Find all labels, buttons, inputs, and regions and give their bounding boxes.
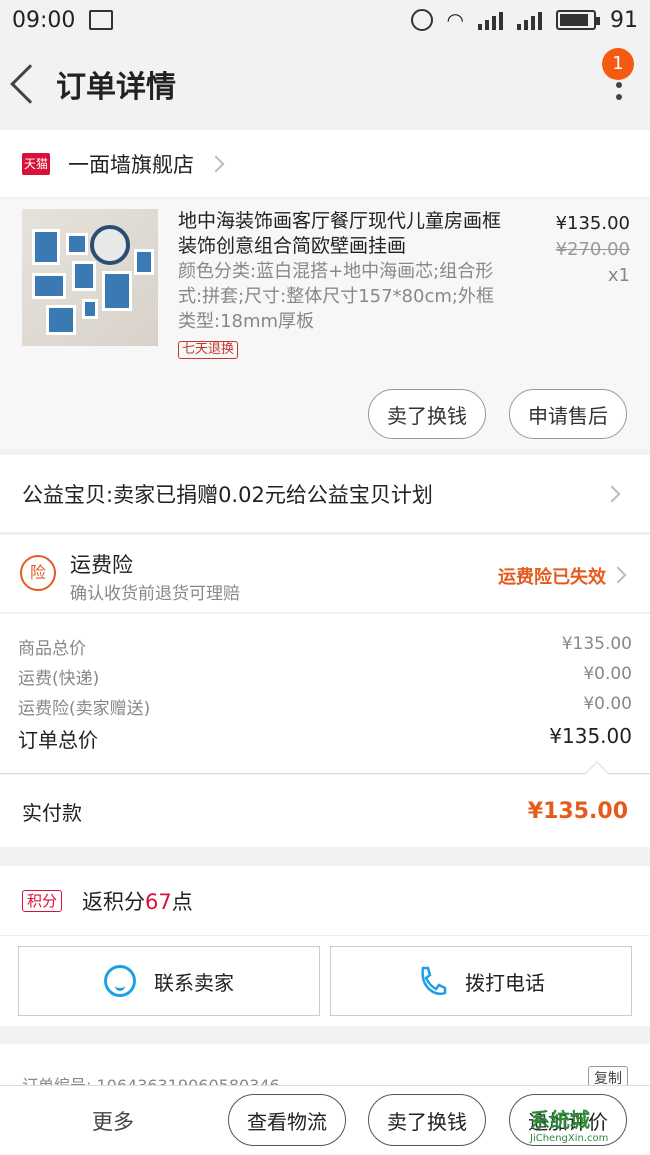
paid-label: 实付款 bbox=[22, 800, 82, 825]
watermark-url: JiChengXin.com bbox=[530, 1133, 609, 1144]
notification-badge: 1 bbox=[602, 48, 634, 80]
price-block: ¥135.00 ¥270.00 x1 bbox=[556, 211, 630, 289]
chevron-right-icon bbox=[609, 566, 627, 584]
image-notification-icon bbox=[89, 10, 114, 30]
points-number: 67 bbox=[145, 889, 172, 914]
battery-icon bbox=[556, 10, 600, 30]
points-row: 积分 返积分67点 bbox=[0, 866, 650, 936]
product-price: ¥135.00 bbox=[555, 213, 630, 234]
insurance-icon: 险 bbox=[20, 555, 56, 591]
more-button[interactable]: 更多 bbox=[92, 1106, 134, 1136]
sell-for-cash-button[interactable]: 卖了换钱 bbox=[368, 389, 486, 439]
cost-row-total: 订单总价 ¥135.00 bbox=[18, 724, 632, 753]
shop-name: 一面墙旗舰店 bbox=[68, 152, 194, 177]
watermark-logo: 系统城 bbox=[530, 1108, 590, 1132]
order-total-label: 订单总价 bbox=[18, 728, 98, 752]
signal-4g-icon bbox=[517, 10, 542, 30]
battery-level: 91 bbox=[610, 7, 638, 33]
product-quantity: x1 bbox=[607, 265, 630, 286]
cost-row-shipping: 运费(快递) ¥0.00 bbox=[18, 664, 632, 689]
paid-amount-row: 实付款 ¥135.00 bbox=[0, 761, 650, 847]
insurance-fee-value: ¥0.00 bbox=[583, 694, 632, 714]
chat-bubble-icon bbox=[104, 965, 136, 997]
cost-row-goods: 商品总价 ¥135.00 bbox=[18, 634, 632, 659]
insurance-title: 运费险 bbox=[70, 553, 133, 577]
contact-row: 联系卖家 拨打电话 bbox=[0, 936, 650, 1026]
product-spec: 颜色分类:蓝白混搭+地中海画芯;组合形式:拼套;尺寸:整体尺寸157*80cm;… bbox=[178, 261, 494, 332]
cost-row-insurance: 运费险(卖家赠送) ¥0.00 bbox=[18, 694, 632, 719]
insurance-subtitle: 确认收货前退货可理赔 bbox=[70, 584, 240, 604]
product-thumbnail[interactable] bbox=[22, 209, 158, 346]
product-item[interactable]: 地中海装饰画客厅餐厅现代儿童房画框装饰创意组合简欧壁画挂画 颜色分类:蓝白混搭+… bbox=[0, 199, 650, 449]
shipping-insurance-row[interactable]: 险 运费险 确认收货前退货可理赔 运费险已失效 bbox=[0, 535, 650, 613]
call-phone-button[interactable]: 拨打电话 bbox=[330, 946, 632, 1016]
contact-seller-button[interactable]: 联系卖家 bbox=[18, 946, 320, 1016]
back-arrow-icon[interactable] bbox=[10, 64, 50, 104]
clock: 09:00 bbox=[12, 7, 76, 33]
apply-aftersale-button[interactable]: 申请售后 bbox=[509, 389, 627, 439]
alarm-icon bbox=[410, 9, 433, 31]
call-phone-label: 拨打电话 bbox=[465, 970, 545, 995]
points-prefix: 返积分 bbox=[82, 889, 146, 914]
status-bar: 09:00 ◠ 91 bbox=[0, 0, 650, 40]
view-logistics-button[interactable]: 查看物流 bbox=[228, 1094, 346, 1146]
chevron-right-icon bbox=[207, 155, 225, 172]
product-title[interactable]: 地中海装饰画客厅餐厅现代儿童房画框装饰创意组合简欧壁画挂画 bbox=[178, 209, 518, 259]
signal-icon bbox=[478, 10, 503, 30]
points-text: 返积分67点 bbox=[82, 886, 193, 916]
tmall-icon: 天猫 bbox=[22, 152, 50, 175]
sell-for-cash-bottom-button[interactable]: 卖了换钱 bbox=[368, 1094, 486, 1146]
goods-total-value: ¥135.00 bbox=[561, 634, 632, 654]
points-suffix: 点 bbox=[171, 889, 193, 914]
insurance-status: 运费险已失效 bbox=[498, 567, 606, 588]
return-policy-tag: 七天退换 bbox=[178, 341, 239, 359]
contact-seller-label: 联系卖家 bbox=[154, 970, 234, 995]
cost-summary: 商品总价 ¥135.00 运费(快递) ¥0.00 运费险(卖家赠送) ¥0.0… bbox=[0, 614, 650, 774]
insurance-fee-label: 运费险(卖家赠送) bbox=[18, 699, 151, 719]
phone-icon bbox=[421, 966, 447, 996]
wifi-icon: ◠ bbox=[446, 8, 464, 32]
original-price: ¥270.00 bbox=[555, 239, 630, 260]
shipping-value: ¥0.00 bbox=[583, 664, 632, 684]
goods-total-label: 商品总价 bbox=[18, 639, 86, 659]
chevron-right-icon bbox=[603, 485, 621, 502]
charity-text: 公益宝贝:卖家已捐赠0.02元给公益宝贝计划 bbox=[22, 482, 433, 507]
shipping-label: 运费(快递) bbox=[18, 669, 100, 689]
nav-bar: 订单详情 1 bbox=[0, 40, 650, 128]
charity-row[interactable]: 公益宝贝:卖家已捐赠0.02元给公益宝贝计划 bbox=[0, 455, 650, 533]
paid-value: ¥135.00 bbox=[527, 798, 628, 824]
site-watermark: 系统城 JiChengXin.com bbox=[530, 1104, 642, 1154]
shop-row[interactable]: 天猫 一面墙旗舰店 bbox=[0, 130, 650, 198]
order-total-value: ¥135.00 bbox=[549, 724, 632, 748]
points-tag: 积分 bbox=[22, 889, 63, 912]
page-title: 订单详情 bbox=[56, 70, 176, 105]
